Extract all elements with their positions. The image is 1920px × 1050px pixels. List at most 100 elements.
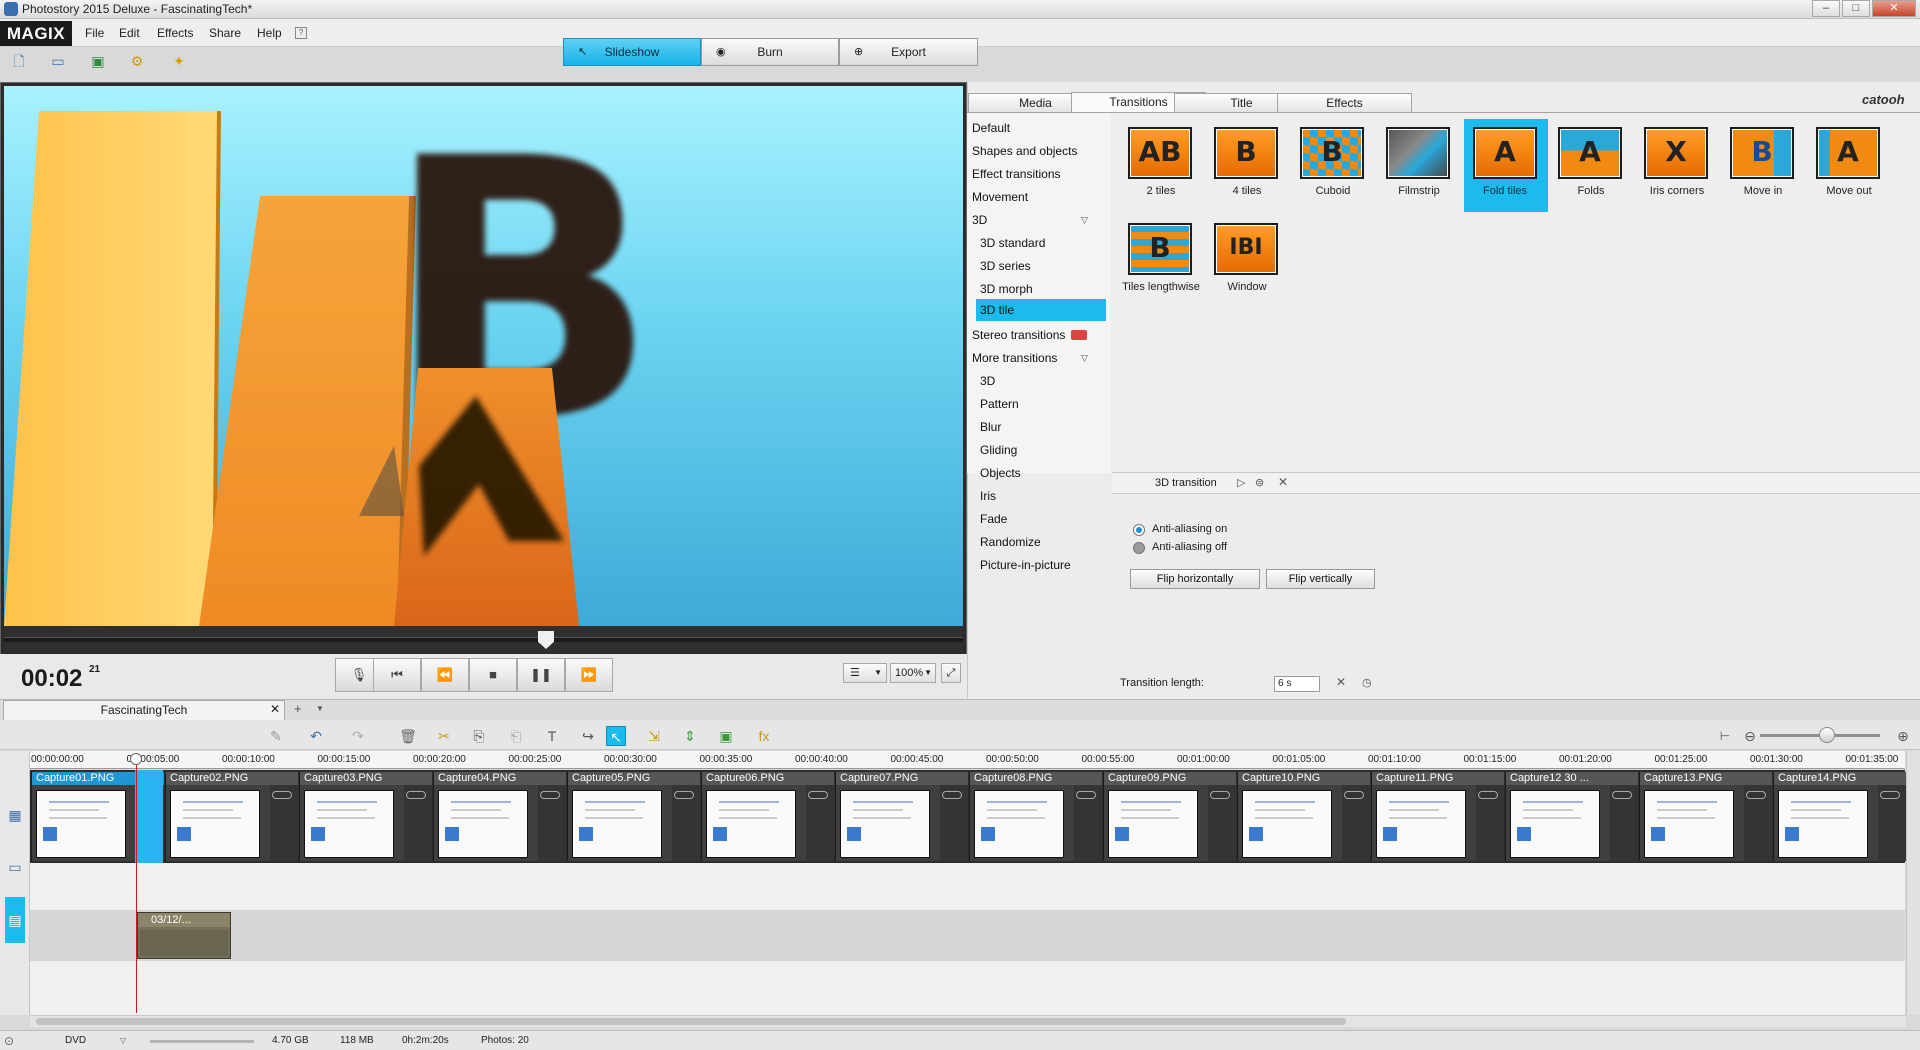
category-gliding[interactable]: Gliding	[980, 443, 1017, 457]
category-3d-series[interactable]: 3D series	[980, 259, 1031, 273]
text-clip[interactable]: 03/12/...	[137, 912, 231, 959]
storyboard-view-icon[interactable]: ▦	[5, 805, 25, 825]
timeline-horizontal-scrollbar[interactable]	[30, 1015, 1906, 1027]
transition-folds[interactable]: A Folds	[1550, 119, 1632, 213]
photo-clip[interactable]: Capture14.PNG	[1773, 772, 1906, 861]
category-objects[interactable]: Objects	[980, 466, 1021, 480]
link-icon[interactable]: ⊜	[1255, 476, 1264, 489]
antialiasing-on-radio[interactable]	[1133, 524, 1145, 536]
photo-clip[interactable]: Capture07.PNG	[835, 772, 968, 861]
zoom-in-icon[interactable]: ⊕	[1893, 726, 1913, 746]
new-file-icon[interactable]: 🗋	[10, 52, 28, 70]
search-icon[interactable]: ⊙	[4, 1034, 14, 1048]
menu-file[interactable]: File	[85, 26, 104, 40]
category-3d-tile[interactable]: 3D tile	[976, 299, 1106, 321]
play-preview-icon[interactable]: ▷	[1237, 476, 1245, 489]
wizard-icon[interactable]: ✦	[170, 52, 188, 70]
paste-icon[interactable]: ⎗	[506, 726, 526, 746]
flip-horizontally-button[interactable]: Flip horizontally	[1130, 569, 1260, 589]
maximize-button[interactable]: □	[1842, 0, 1870, 17]
mode-burn-button[interactable]: ◉ Burn	[701, 38, 839, 66]
transition-cuboid[interactable]: B Cuboid	[1292, 119, 1374, 213]
clock-icon[interactable]: ◷	[1362, 676, 1372, 689]
playhead-handle[interactable]	[130, 753, 142, 765]
pen-icon[interactable]: ✎	[266, 726, 286, 746]
menu-help[interactable]: Help	[257, 26, 282, 40]
transition-move-in[interactable]: B Move in	[1722, 119, 1804, 213]
select-tool-icon[interactable]: ↖	[606, 726, 626, 746]
tab-effects[interactable]: Effects	[1277, 93, 1412, 112]
category-iris[interactable]: Iris	[980, 489, 996, 503]
transition-slot[interactable]	[1074, 785, 1102, 861]
project-tab[interactable]: FascinatingTech	[3, 700, 285, 720]
expand-3d-icon[interactable]: ▽	[1081, 215, 1088, 226]
transition-slot[interactable]	[1878, 785, 1906, 861]
transition-window[interactable]: IBI Window	[1206, 215, 1288, 309]
text-tool-icon[interactable]: T	[542, 726, 562, 746]
rewind-button[interactable]: ⏪	[421, 658, 469, 692]
photo-clip[interactable]: Capture09.PNG	[1103, 772, 1236, 861]
photo-clip[interactable]: Capture02.PNG	[165, 772, 298, 861]
import-icon[interactable]: ⚙	[128, 52, 146, 70]
save-icon[interactable]: ▣	[89, 52, 107, 70]
mode-slideshow-button[interactable]: ↖ Slideshow	[563, 38, 701, 66]
transition-tiles-lengthwise[interactable]: B Tiles lengthwise	[1120, 215, 1202, 309]
expand-more-transitions-icon[interactable]: ▽	[1081, 353, 1088, 364]
antialiasing-off-radio[interactable]	[1133, 542, 1145, 554]
timeline-ruler[interactable]	[30, 751, 1905, 769]
transition-slot[interactable]	[672, 785, 700, 861]
transition-slot[interactable]	[1342, 785, 1370, 861]
redo-icon[interactable]: ↷	[348, 726, 368, 746]
menu-edit[interactable]: Edit	[119, 26, 140, 40]
zoom-select[interactable]: 100% ▼	[890, 663, 936, 683]
preview-seekbar[interactable]	[4, 626, 963, 652]
menu-effects[interactable]: Effects	[157, 26, 193, 40]
zoom-out-icon[interactable]: ⊖	[1740, 726, 1760, 746]
timeline-zoom-thumb[interactable]	[1819, 727, 1835, 743]
selected-transition[interactable]	[135, 770, 163, 863]
transition-slot[interactable]	[940, 785, 968, 861]
photo-clip[interactable]: Capture03.PNG	[299, 772, 432, 861]
go-to-start-button[interactable]: ⏮	[373, 658, 421, 692]
flip-vertically-button[interactable]: Flip vertically	[1266, 569, 1375, 589]
transition-slot[interactable]	[538, 785, 566, 861]
photo-clip[interactable]: Capture08.PNG	[969, 772, 1102, 861]
category-pattern[interactable]: Pattern	[980, 397, 1019, 411]
category-3d-standard[interactable]: 3D standard	[980, 236, 1045, 250]
category-randomize[interactable]: Randomize	[980, 535, 1041, 549]
transition-fold-tiles[interactable]: A Fold tiles	[1464, 119, 1548, 212]
pause-button[interactable]: ❚❚	[517, 658, 565, 692]
remove-transition-icon[interactable]: ✕	[1278, 475, 1288, 489]
category-stereo-transitions[interactable]: Stereo transitions	[972, 328, 1065, 342]
crop-icon[interactable]: ▣	[716, 726, 736, 746]
transition-length-input[interactable]: 6 s	[1274, 676, 1320, 692]
close-project-icon[interactable]: ✕	[270, 702, 280, 716]
menu-share[interactable]: Share	[209, 26, 241, 40]
photo-clip[interactable]: Capture04.PNG	[433, 772, 566, 861]
close-window-button[interactable]: ✕	[1872, 0, 1916, 17]
photo-clip[interactable]: Capture13.PNG	[1639, 772, 1772, 861]
transition-slot[interactable]	[1476, 785, 1504, 861]
category-more-transitions[interactable]: More transitions	[972, 351, 1057, 365]
category-movement[interactable]: Movement	[972, 190, 1028, 204]
open-folder-icon[interactable]: ▭	[49, 52, 67, 70]
fit-timeline-icon[interactable]: ⊢	[1715, 726, 1735, 746]
scissors-icon[interactable]: ✂	[434, 726, 454, 746]
transition-slot[interactable]	[404, 785, 432, 861]
trash-icon[interactable]: 🗑	[398, 726, 418, 746]
transition-4-tiles[interactable]: B 4 tiles	[1206, 119, 1288, 213]
multi-select-icon[interactable]: ⇲	[644, 726, 664, 746]
chevron-down-icon[interactable]: ▼	[316, 704, 324, 713]
category-3d[interactable]: 3D	[972, 213, 987, 227]
transition-2-tiles[interactable]: AB 2 tiles	[1120, 119, 1202, 213]
add-project-icon[interactable]: +	[294, 701, 302, 716]
chevron-down-icon[interactable]: ▽	[120, 1036, 126, 1045]
reset-length-icon[interactable]: ✕	[1336, 675, 1346, 689]
undo-icon[interactable]: ↶	[306, 726, 326, 746]
transition-iris-corners[interactable]: X Iris corners	[1636, 119, 1718, 213]
fullscreen-button[interactable]: ⤢	[941, 663, 961, 683]
minimize-button[interactable]: –	[1812, 0, 1840, 17]
photo-clip[interactable]: Capture12 30 ...	[1505, 772, 1638, 861]
fast-forward-button[interactable]: ⏩	[565, 658, 613, 692]
playhead[interactable]	[136, 757, 137, 1013]
